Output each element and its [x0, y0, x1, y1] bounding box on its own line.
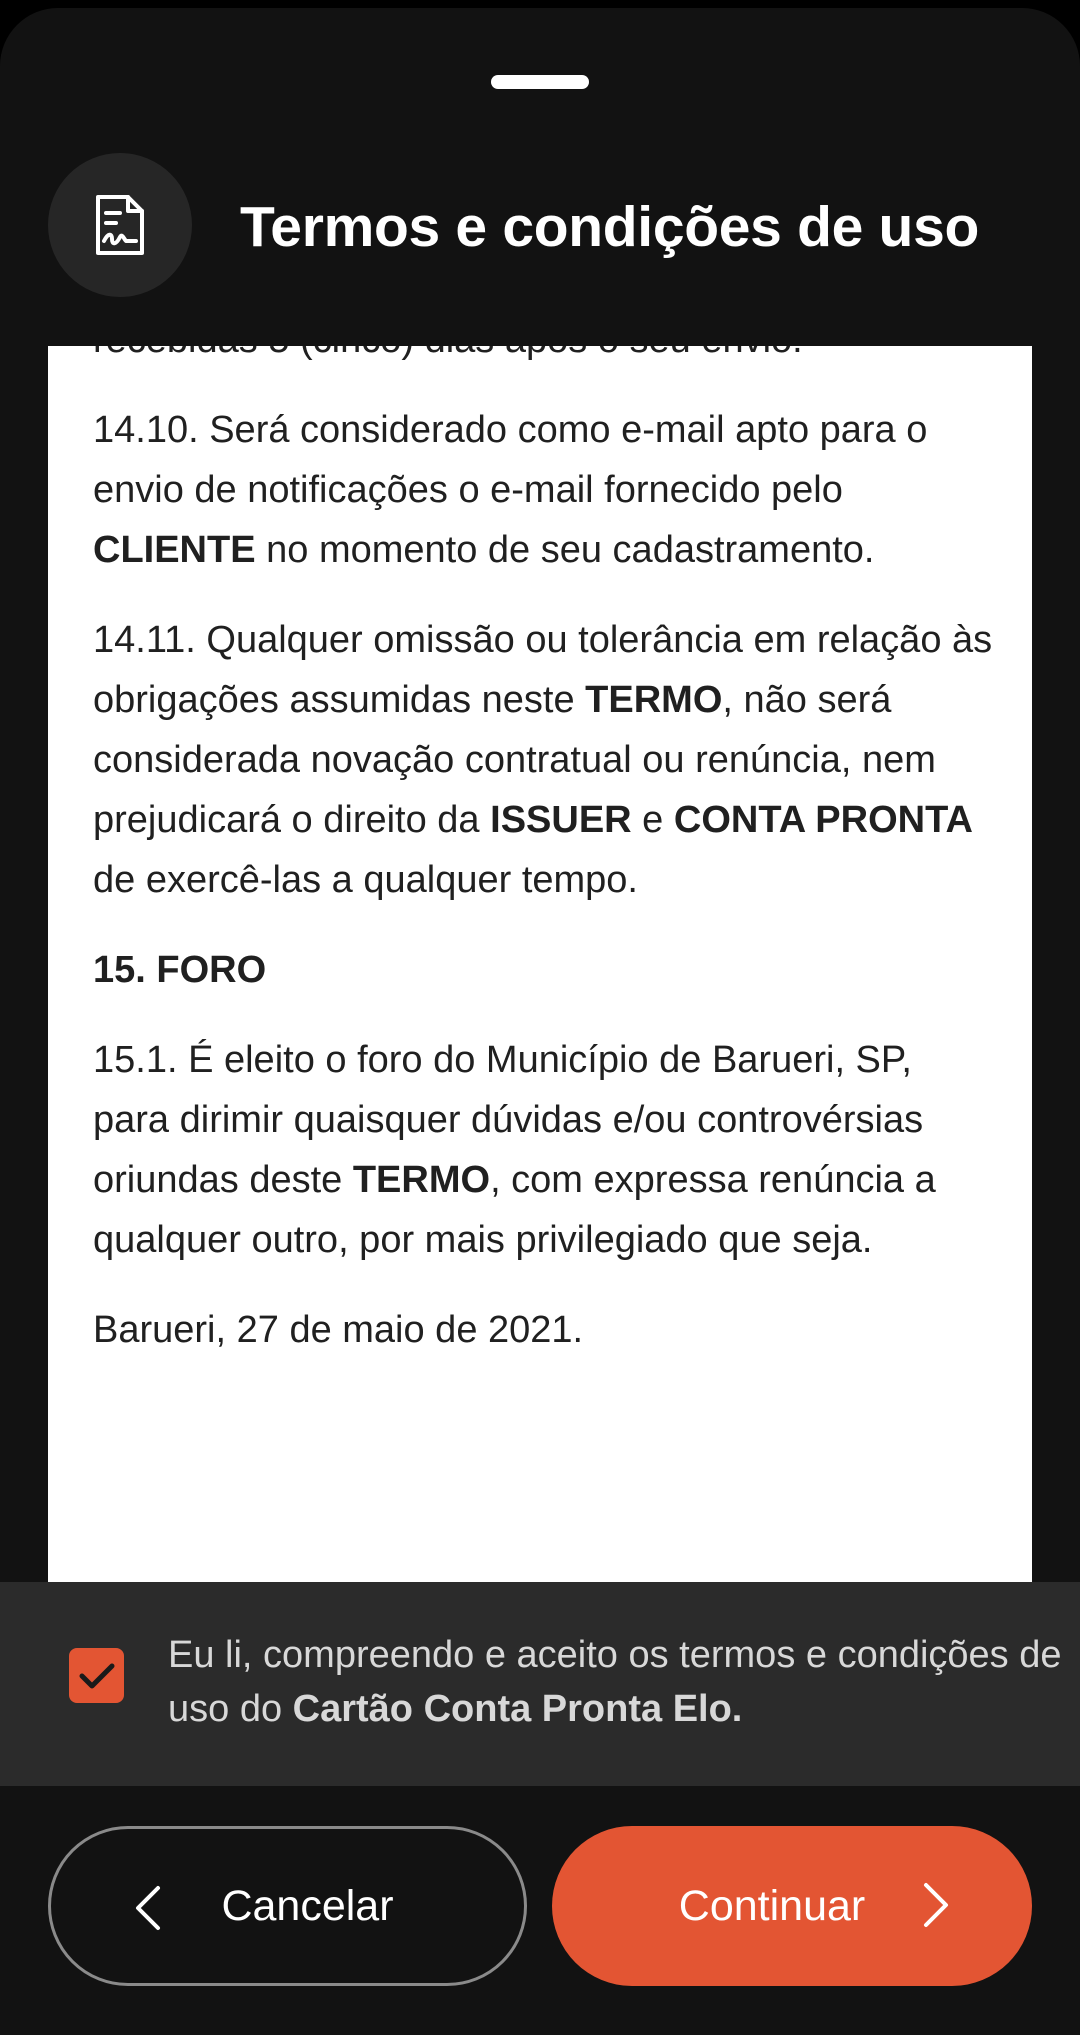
clause-14-11: 14.11. Qualquer omissão ou tolerância em… [93, 610, 993, 910]
accept-label-bold: Cartão Conta Pronta Elo. [292, 1688, 743, 1730]
cancel-button-label: Cancelar [221, 1881, 394, 1930]
accept-checkbox[interactable] [69, 1648, 124, 1703]
terms-document-scroll[interactable]: recebidas 5 (cinco) dias após o seu envi… [48, 346, 1032, 1583]
checkmark-icon [79, 1663, 114, 1688]
clause-text-end: de exercê-las a qualquer tempo. [93, 859, 638, 901]
continue-button[interactable]: Continuar [552, 1826, 1032, 1986]
section-heading: 15. FORO [93, 940, 993, 1000]
clause-text-end: no momento de seu cadastramento. [255, 529, 875, 571]
clause-text-mid: e [631, 799, 674, 841]
bottom-sheet: Termos e condições de uso recebidas 5 (c… [0, 8, 1080, 2035]
clause-bold: TERMO [352, 1159, 491, 1201]
acceptance-bar: Eu li, compreendo e aceito os termos e c… [0, 1582, 1080, 1786]
page-title: Termos e condições de uso [240, 195, 979, 259]
clause-14-10: 14.10. Será considerado como e-mail apto… [93, 400, 993, 580]
continue-button-label: Continuar [678, 1881, 866, 1930]
drag-handle[interactable] [491, 75, 589, 89]
section-heading-text: 15. FORO [93, 949, 267, 991]
chevron-left-icon [134, 1884, 162, 1943]
accept-label[interactable]: Eu li, compreendo e aceito os termos e c… [168, 1628, 1068, 1736]
clause-15-1: 15.1. É eleito o foro do Município de Ba… [93, 1030, 993, 1270]
cancel-button[interactable]: Cancelar [48, 1826, 527, 1986]
chevron-right-icon [922, 1881, 950, 1940]
clipped-line: recebidas 5 (cinco) dias após o seu envi… [93, 346, 803, 361]
terms-content: recebidas 5 (cinco) dias após o seu envi… [93, 346, 993, 1390]
clause-bold: CONTA PRONTA [673, 799, 973, 841]
clause-text: 14.10. Será considerado como e-mail apto… [93, 409, 928, 511]
clause-bold: CLIENTE [93, 529, 256, 571]
document-signature-icon [48, 153, 192, 297]
clipped-paragraph: recebidas 5 (cinco) dias após o seu envi… [93, 346, 993, 370]
clause-bold: ISSUER [490, 799, 632, 841]
clause-bold: TERMO [585, 679, 723, 721]
closing-line: Barueri, 27 de maio de 2021. [93, 1309, 584, 1351]
